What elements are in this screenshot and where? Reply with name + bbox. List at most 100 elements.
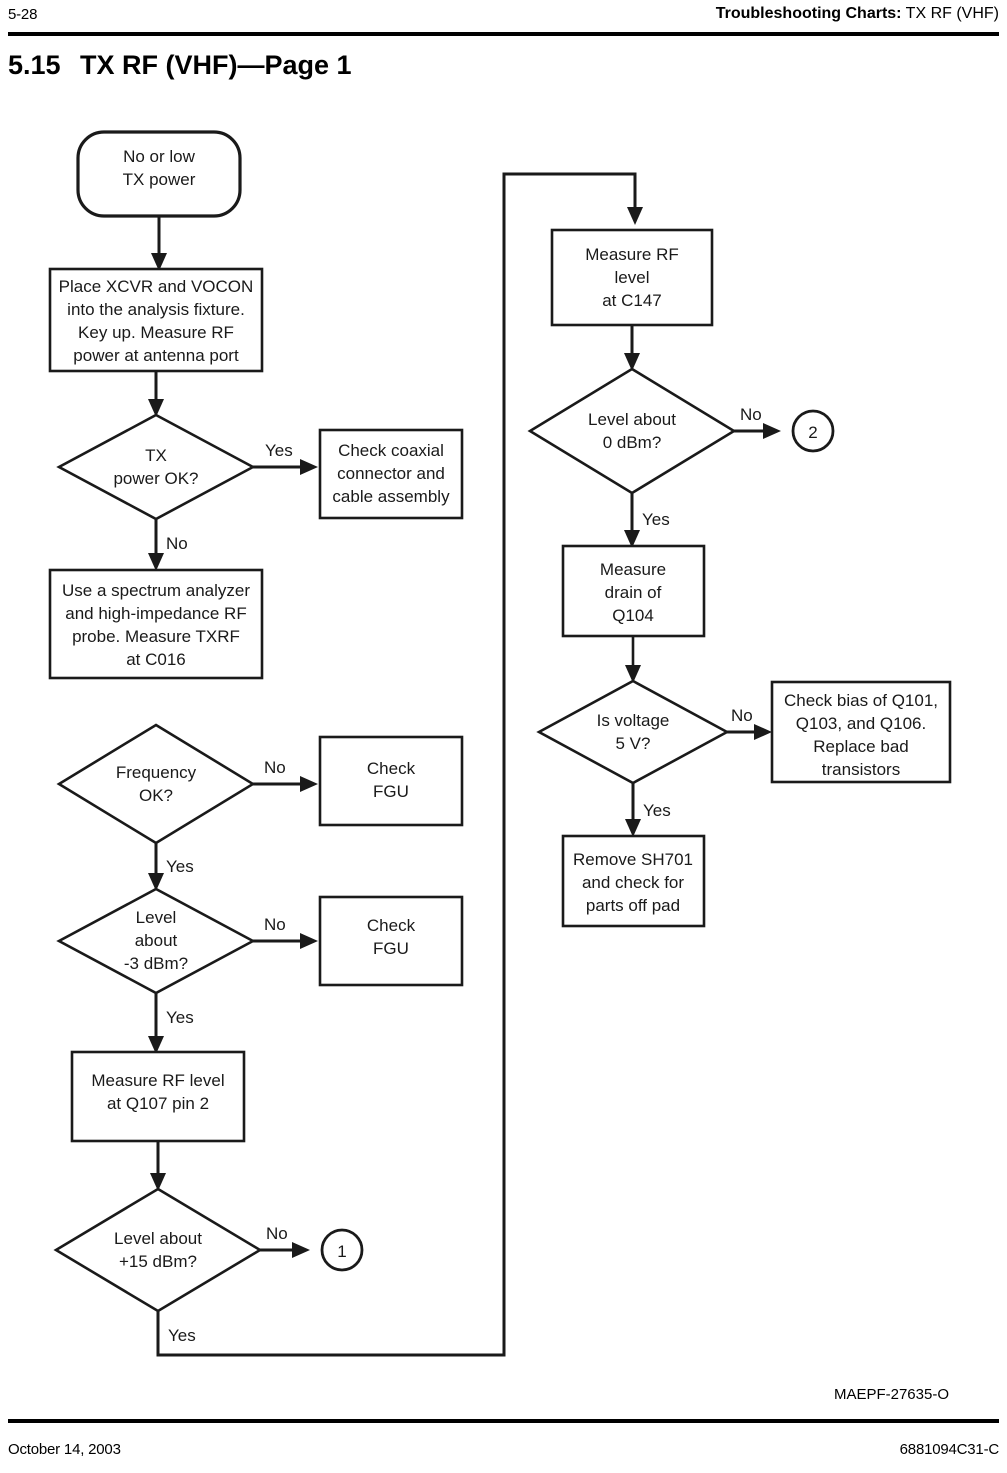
node-fgu1-line-0: Check	[367, 759, 416, 778]
edge-q107-to-levelplus15	[150, 1141, 166, 1191]
header-divider	[8, 32, 999, 36]
header-page-number: 5-28	[8, 6, 38, 23]
node-volt5-line-0: Is voltage	[597, 711, 670, 730]
edge-label-txpower-yes: Yes	[265, 441, 293, 460]
node-place-line-2: Key up. Measure RF	[78, 323, 234, 342]
edge-label-volt5-no: No	[731, 706, 753, 725]
edge-txpower-to-coax: Yes	[253, 441, 318, 475]
node-levelneg3-line-1: about	[135, 931, 178, 950]
header-chapter-label: Troubleshooting Charts:	[715, 5, 902, 22]
section-title-text: TX RF (VHF)—Page 1	[80, 50, 352, 80]
node-q107-line-1: at Q107 pin 2	[107, 1094, 209, 1113]
node-connector-2: 2	[791, 409, 835, 453]
node-spectrum-line-2: probe. Measure TXRF	[72, 627, 240, 646]
edge-label-volt5-yes: Yes	[643, 801, 671, 820]
node-place-line-3: power at antenna port	[73, 346, 239, 365]
connector-1-label: 1	[337, 1242, 346, 1261]
node-spectrum-line-3: at C016	[126, 650, 186, 669]
node-fgu2-line-0: Check	[367, 916, 416, 935]
node-spectrum: Use a spectrum analyzer and high-impedan…	[48, 568, 264, 680]
node-bias-line-3: transistors	[822, 760, 900, 779]
node-place-line-1: into the analysis fixture.	[67, 300, 245, 319]
page-title: 5.15 TX RF (VHF)—Page 1	[8, 50, 352, 81]
edge-label-levelplus15-no: No	[266, 1224, 288, 1243]
node-c147: Measure RF level at C147	[550, 228, 714, 327]
node-levelneg3: Level about -3 dBm?	[56, 887, 256, 995]
node-spectrum-line-0: Use a spectrum analyzer	[62, 581, 250, 600]
edge-level0-to-conn2: No	[734, 405, 781, 439]
node-txpower-line-0: TX	[145, 446, 167, 465]
node-freq-line-0: Frequency	[116, 763, 197, 782]
node-connector-1: 1	[320, 1228, 364, 1272]
edge-volt5-to-bias: No	[727, 706, 772, 740]
node-levelplus15: Level about +15 dBm?	[53, 1187, 263, 1313]
node-sh701: Remove SH701 and check for parts off pad	[561, 834, 706, 928]
edge-c147-to-level0	[624, 325, 640, 371]
node-coax-line-0: Check coaxial	[338, 441, 444, 460]
edge-freq-to-fgu1: No	[253, 758, 318, 792]
section-number: 5.15	[8, 50, 61, 80]
node-drain: Measure drain of Q104	[561, 544, 706, 638]
node-coax-line-2: cable assembly	[332, 487, 450, 506]
edge-start-to-place	[151, 216, 167, 271]
edge-levelplus15-to-conn1: No	[260, 1224, 310, 1258]
node-place: Place XCVR and VOCON into the analysis f…	[48, 267, 264, 373]
node-drain-line-1: drain of	[605, 583, 662, 602]
edge-freq-to-levelneg3: Yes	[148, 843, 194, 891]
node-levelplus15-line-0: Level about	[114, 1229, 202, 1248]
node-bias-line-0: Check bias of Q101,	[784, 691, 938, 710]
node-drain-line-0: Measure	[600, 560, 666, 579]
node-txpower: TX power OK?	[56, 413, 256, 521]
node-c147-line-2: at C147	[602, 291, 662, 310]
edge-drain-to-volt5	[625, 636, 641, 683]
header-chapter-title: Troubleshooting Charts: TX RF (VHF)	[716, 5, 999, 23]
artwork-code: MAEPF-27635-O	[833, 1386, 949, 1403]
footer-divider	[8, 1419, 999, 1423]
node-fgu2-line-1: FGU	[373, 939, 409, 958]
edge-levelneg3-to-fgu2: No	[253, 915, 318, 949]
edge-label-level0-no: No	[740, 405, 762, 424]
page-footer: October 14, 2003 6881094C31-C	[0, 1419, 1007, 1473]
node-spectrum-line-1: and high-impedance RF	[65, 604, 246, 623]
node-fgu1-line-1: FGU	[373, 782, 409, 801]
node-levelplus15-line-1: +15 dBm?	[119, 1252, 197, 1271]
node-levelneg3-line-2: -3 dBm?	[124, 954, 188, 973]
node-level0-line-1: 0 dBm?	[603, 433, 662, 452]
node-level0: Level about 0 dBm?	[527, 367, 737, 495]
node-bias-line-2: Replace bad	[813, 737, 908, 756]
edge-volt5-to-sh701: Yes	[625, 783, 671, 837]
edge-levelneg3-to-q107: Yes	[148, 993, 194, 1054]
node-q107: Measure RF level at Q107 pin 2	[70, 1050, 246, 1143]
node-sh701-line-0: Remove SH701	[573, 850, 693, 869]
connector-2-label: 2	[808, 423, 817, 442]
node-sh701-line-2: parts off pad	[586, 896, 680, 915]
header-chapter-topic: TX RF (VHF)	[901, 5, 999, 22]
footer-date: October 14, 2003	[8, 1441, 121, 1458]
node-c147-line-0: Measure RF	[585, 245, 679, 264]
edge-txpower-to-spectrum: No	[148, 519, 188, 571]
node-c147-line-1: level	[615, 268, 650, 287]
node-sh701-line-1: and check for	[582, 873, 684, 892]
edge-label-txpower-no: No	[166, 534, 188, 553]
edge-label-freq-yes: Yes	[166, 857, 194, 876]
node-start: No or low TX power	[76, 130, 242, 218]
node-txpower-line-1: power OK?	[113, 469, 198, 488]
node-bias: Check bias of Q101, Q103, and Q106. Repl…	[770, 680, 952, 784]
node-level0-line-0: Level about	[588, 410, 676, 429]
edge-label-level0-yes: Yes	[642, 510, 670, 529]
troubleshooting-flowchart: No or low TX power Place XCVR and VOCON …	[0, 105, 1007, 1395]
node-freq-line-1: OK?	[139, 786, 173, 805]
node-start-line-1: TX power	[123, 170, 196, 189]
node-fgu1: Check FGU	[318, 735, 464, 827]
node-freq: Frequency OK?	[56, 723, 256, 845]
node-q107-line-0: Measure RF level	[91, 1071, 224, 1090]
page-header: 5-28 Troubleshooting Charts: TX RF (VHF)	[0, 0, 1007, 46]
edge-place-to-txpower	[148, 371, 164, 417]
edge-label-levelneg3-no: No	[264, 915, 286, 934]
node-fgu2: Check FGU	[318, 895, 464, 987]
node-levelneg3-line-0: Level	[136, 908, 177, 927]
node-place-line-0: Place XCVR and VOCON	[59, 277, 254, 296]
node-coax-line-1: connector and	[337, 464, 445, 483]
edge-label-levelplus15-yes: Yes	[168, 1326, 196, 1345]
edge-label-levelneg3-yes: Yes	[166, 1008, 194, 1027]
